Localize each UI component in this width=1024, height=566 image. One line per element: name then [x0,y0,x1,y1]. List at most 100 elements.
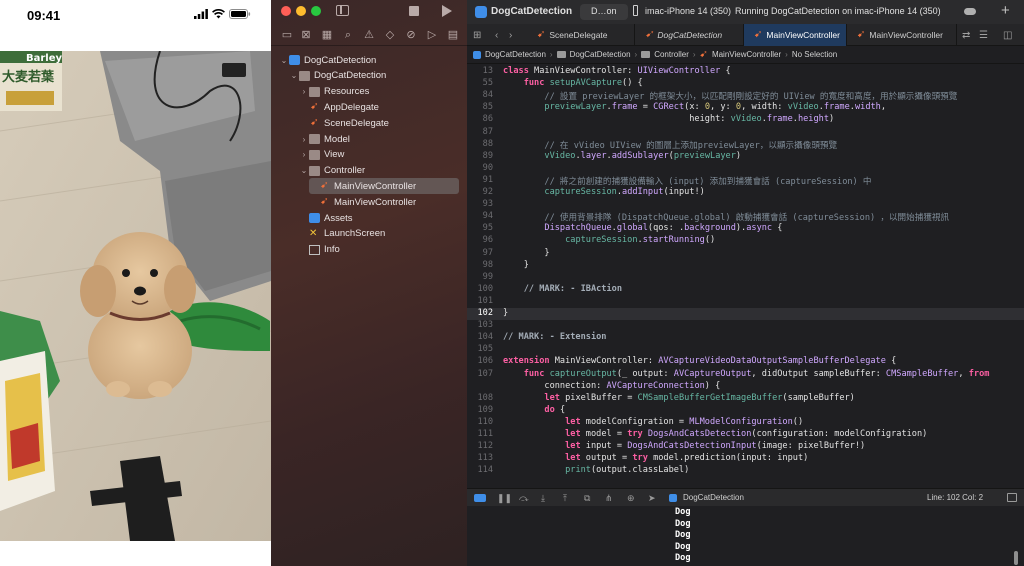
memory-graph-icon[interactable]: ⋔ [605,493,613,504]
code-line[interactable]: 107 func captureOutput(_ output: AVCaptu… [467,369,1024,381]
code-line[interactable]: 99 [467,272,1024,284]
code-line[interactable]: 108 let pixelBuffer = CMSampleBufferGetI… [467,393,1024,405]
split-editor-icon[interactable]: ◫ [1003,30,1012,41]
source-control-icon[interactable]: ⊠ [300,29,312,41]
tree-item[interactable]: ➹ AppDelegate [299,99,459,115]
test-icon[interactable]: ◇ [384,29,396,41]
sidebar-toggle-icon[interactable] [336,5,349,16]
code-line[interactable]: 114 print(output.classLabel) [467,465,1024,477]
tree-item[interactable]: › Model [299,131,459,147]
console-output[interactable]: Dog Dog Dog Dog Dog [467,506,1024,566]
chevron-down-icon[interactable]: ⌄ [299,166,309,175]
debug-icon[interactable]: ⊘ [405,29,417,41]
code-line[interactable]: 111 let model = try DogsAndCatsDetection… [467,429,1024,441]
code-line[interactable]: 105 [467,344,1024,356]
back-icon[interactable]: ‹ [495,30,498,41]
grid-icon[interactable]: ⊞ [473,30,481,41]
code-line[interactable]: 97 } [467,248,1024,260]
tree-item[interactable]: ⌄ DogCatDetection [289,68,459,84]
code-line[interactable]: 87 [467,127,1024,139]
step-out-icon[interactable]: ⤒ [563,493,567,504]
related-items-icon[interactable]: ⇄ [962,30,970,41]
code-line[interactable]: 85 previewLayer.frame = CGRect(x: 0, y: … [467,102,1024,114]
find-icon[interactable]: ⌕ [342,29,354,41]
code-line[interactable]: 86 height: vVideo.frame.height) [467,114,1024,126]
tree-item[interactable]: ➹ SceneDelegate [299,115,459,131]
tree-item[interactable]: › View [299,147,459,163]
tree-item[interactable]: Info [299,242,459,258]
code-line[interactable]: 112 let input = DogsAndCatsDetectionInpu… [467,441,1024,453]
stop-icon[interactable] [409,6,419,16]
debug-target[interactable]: DogCatDetection [683,493,744,502]
code-line[interactable]: 101 [467,296,1024,308]
code-line[interactable]: 90 [467,163,1024,175]
jumpbar-folder[interactable]: Controller [654,50,689,59]
code-line[interactable]: 100 // MARK: - IBAction [467,284,1024,296]
folder-icon[interactable]: ▭ [281,29,293,41]
chevron-right-icon[interactable]: › [299,150,309,159]
code-line[interactable]: 109 do { [467,405,1024,417]
code-line[interactable]: 96 captureSession.startRunning() [467,235,1024,247]
tree-item[interactable]: › Resources [299,84,459,100]
issue-icon[interactable]: ⚠ [363,29,375,41]
symbol-icon[interactable]: ▦ [321,29,333,41]
tree-item[interactable]: ➹ MainViewController [309,194,459,210]
chevron-down-icon[interactable]: ⌄ [289,71,299,80]
code-line[interactable]: 104 // MARK: - Extension [467,332,1024,344]
close-window-button[interactable] [281,6,291,16]
tab-dogcatdetection[interactable]: ➹ DogCatDetection [635,24,744,46]
code-line[interactable]: 91 // 將之前創建的捕獲設備輸入 (input) 添加到捕獲會話 (capt… [467,175,1024,187]
tree-item[interactable]: Assets [299,210,459,226]
tree-item[interactable]: ✕ LaunchScreen [299,226,459,242]
console-scrollbar[interactable] [1014,551,1018,565]
add-icon[interactable]: + [1001,2,1010,19]
forward-icon[interactable]: › [509,30,512,41]
chevron-down-icon[interactable]: ⌄ [279,56,289,65]
location-icon[interactable]: ➤ [648,493,656,504]
editor-options-icon[interactable]: ☰ [979,30,988,41]
code-line[interactable]: 106 extension MainViewController: AVCaptu… [467,356,1024,368]
code-line[interactable]: 102} [467,308,1024,320]
breakpoint-icon[interactable]: ▷ [426,29,438,41]
code-line[interactable]: 103 [467,320,1024,332]
sticky-scope-line[interactable]: 55 func setupAVCapture() { [467,78,1024,91]
code-line[interactable]: 84 // 設置 previewLayer 的框架大小，以匹配剛剛設定好的 UI… [467,90,1024,102]
code-line[interactable]: connection: AVCaptureConnection) { [467,381,1024,393]
jumpbar-file[interactable]: MainViewController [712,50,781,59]
code-line[interactable]: 92 captureSession.addInput(input!) [467,187,1024,199]
chevron-right-icon[interactable]: › [299,135,309,144]
run-icon[interactable] [442,5,452,17]
code-line[interactable]: 93 [467,199,1024,211]
code-line[interactable]: 94 // 使用背景排隊 (DispatchQueue.global) 啟動捕獲… [467,211,1024,223]
environment-icon[interactable]: ⊕ [627,493,635,504]
panel-toggle-icon[interactable] [1007,493,1017,502]
step-over-icon[interactable]: ⤼ [519,493,529,504]
code-line[interactable]: 98 } [467,260,1024,272]
tree-item[interactable]: ⌄ DogCatDetection [279,52,459,68]
jumpbar-group[interactable]: DogCatDetection [570,50,631,59]
jumpbar-project[interactable]: DogCatDetection [485,50,546,59]
sticky-scope-line[interactable]: 13 class MainViewController: UIViewContro… [467,66,1024,78]
zoom-window-button[interactable] [311,6,321,16]
tab-main-view-controller[interactable]: ➹ MainViewController [847,24,957,46]
code-line[interactable]: 89 vVideo.layer.addSublayer(previewLayer… [467,151,1024,163]
scheme-label[interactable]: D…on [591,6,617,16]
tab-scene-delegate[interactable]: ➹ SceneDelegate [527,24,635,46]
report-icon[interactable]: ▤ [447,29,459,41]
code-line[interactable]: 113 let output = try model.prediction(in… [467,453,1024,465]
source-editor[interactable]: 13 class MainViewController: UIViewContro… [467,64,1024,488]
code-line[interactable]: 88 // 在 vVideo UIView 的圖層上添加previewLayer… [467,139,1024,151]
jumpbar-symbol[interactable]: No Selection [792,50,837,59]
tab-main-view-controller-active[interactable]: ➹ MainViewController [744,24,847,46]
view-hierarchy-icon[interactable]: ⧉ [584,493,590,504]
step-into-icon[interactable]: ⤓ [541,493,545,504]
tree-item[interactable]: ⌄ Controller [299,163,459,179]
console-toggle-icon[interactable] [474,494,486,502]
pause-icon[interactable]: ❚❚ [497,493,512,504]
tree-item[interactable]: ➹ MainViewController [309,178,459,195]
code-line[interactable]: 110 let modelConfigration = MLModelConfi… [467,417,1024,429]
code-line[interactable]: 95 DispatchQueue.global(qos: .background… [467,223,1024,235]
chevron-right-icon[interactable]: › [299,87,309,96]
minimize-window-button[interactable] [296,6,306,16]
device-selector[interactable]: imac-iPhone 14 (350) [645,6,731,16]
